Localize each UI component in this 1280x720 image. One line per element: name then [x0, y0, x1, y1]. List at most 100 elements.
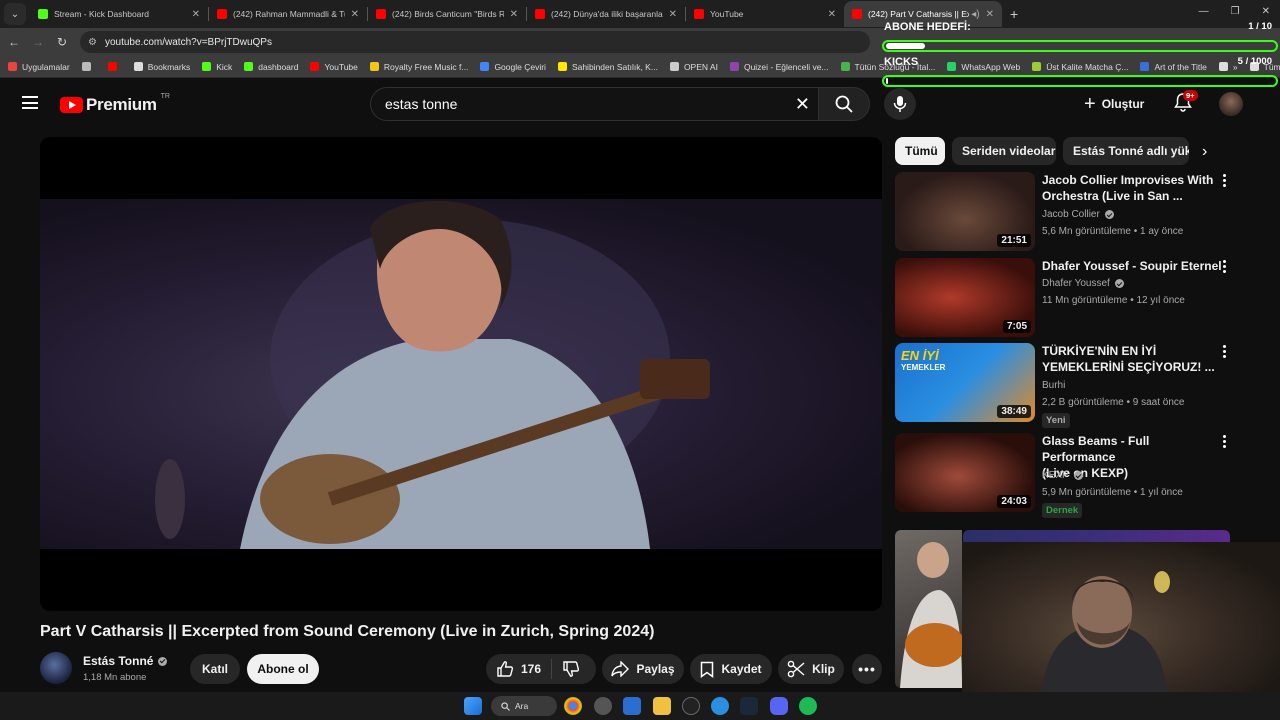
new-tab-button[interactable]: + — [1010, 6, 1018, 22]
subscribe-button[interactable]: Abone ol — [247, 654, 319, 684]
close-icon[interactable]: ✕ — [510, 9, 518, 20]
channel-name[interactable]: Estás Tonné — [83, 654, 168, 668]
bookmark-icon — [700, 661, 714, 678]
clip-button[interactable]: Klip — [778, 654, 844, 684]
chevron-right-icon[interactable]: › — [1202, 143, 1207, 161]
avatar[interactable] — [1219, 92, 1243, 116]
video-thumbnail[interactable]: 21:51 — [895, 172, 1035, 251]
bookmark-item[interactable]: Quizei - Eğlenceli ve... — [729, 62, 829, 72]
save-button[interactable]: Kaydet — [690, 654, 772, 684]
search-input[interactable]: estas tonne ✕ — [370, 87, 818, 121]
close-icon[interactable]: ✕ — [351, 9, 359, 20]
chrome-icon[interactable] — [564, 697, 582, 715]
youtube-logo[interactable]: Premium TR — [60, 93, 170, 115]
recommendation-item[interactable]: 21:51 Jacob Collier Improvises With Orch… — [895, 172, 1265, 252]
app-icon[interactable] — [711, 697, 729, 715]
like-button[interactable] — [496, 660, 514, 678]
url-input[interactable]: ⚙ youtube.com/watch?v=BPrjTDwuQPs — [80, 31, 870, 53]
more-vertical-icon[interactable] — [1219, 435, 1229, 448]
bookmark-item[interactable]: YouTube — [310, 62, 358, 72]
bookmark-item[interactable]: WhatsApp Web — [947, 62, 1020, 72]
close-icon[interactable]: ✕ — [986, 9, 994, 20]
more-actions-button[interactable]: ••• — [852, 654, 882, 684]
chip-series[interactable]: Seriden videolar — [952, 137, 1056, 165]
browser-tab[interactable]: (242) Rahman Mammadli & Tu ✕ — [209, 1, 367, 27]
bookmark-item[interactable] — [107, 62, 122, 71]
recommendation-item[interactable]: 7:05 Dhafer Youssef - Soupir Eternel Dha… — [895, 258, 1265, 338]
recommendation-item[interactable]: 24:03 Glass Beams - Full Performance (Li… — [895, 433, 1265, 521]
taskbar-search[interactable]: Ara — [491, 696, 557, 716]
close-window-icon[interactable]: ✕ — [1262, 6, 1270, 17]
close-icon[interactable]: ✕ — [192, 9, 200, 20]
steam-icon[interactable] — [740, 697, 758, 715]
clear-search-icon[interactable]: ✕ — [795, 94, 810, 115]
more-vertical-icon[interactable] — [1219, 345, 1229, 358]
bookmark-item[interactable]: Royalty Free Music f... — [369, 62, 468, 72]
video-thumbnail[interactable]: EN İYİ YEMEKLER 38:49 — [895, 343, 1035, 422]
bookmark-item[interactable]: Google Çeviri — [480, 62, 546, 72]
tab-title: YouTube — [710, 9, 744, 19]
recommendation-title[interactable]: Jacob Collier Improvises With Orchestra … — [1042, 172, 1224, 204]
menu-icon[interactable] — [22, 96, 38, 109]
bookmark-item[interactable]: Sahibinden Satılık, K... — [557, 62, 658, 72]
browser-tab[interactable]: (242) Dünya'da iliki başaranlar... ✕ — [527, 1, 685, 27]
title-line: TÜRKİYE'NİN EN İYİ — [1042, 344, 1157, 358]
video-thumbnail[interactable]: 7:05 — [895, 258, 1035, 337]
notifications-button[interactable]: 9+ — [1173, 90, 1198, 114]
minimize-icon[interactable]: — — [1199, 6, 1209, 17]
logo-word: Premium — [86, 95, 157, 114]
app-icon[interactable] — [594, 697, 612, 715]
bookmark-item[interactable]: Uygulamalar — [8, 62, 70, 72]
bookmark-item[interactable]: Bookmarks — [133, 62, 190, 72]
recommendation-title[interactable]: Dhafer Youssef - Soupir Eternel — [1042, 258, 1224, 274]
tab-title: Stream - Kick Dashboard — [54, 9, 149, 19]
bookmark-item[interactable] — [81, 62, 96, 71]
chip-uploads[interactable]: Estás Tonné adlı yükle — [1063, 137, 1189, 165]
reload-icon[interactable]: ↻ — [50, 35, 74, 49]
verified-icon — [1073, 471, 1083, 480]
store-icon[interactable] — [623, 697, 641, 715]
discord-icon[interactable] — [770, 697, 788, 715]
windows-start-icon[interactable] — [464, 697, 482, 715]
speaker-icon[interactable]: ◂) — [971, 9, 979, 20]
channel-avatar[interactable] — [40, 652, 72, 684]
forward-icon[interactable]: → — [26, 35, 50, 49]
bookmark-item[interactable]: OPEN AI — [669, 62, 718, 72]
browser-tab[interactable]: (242) Birds Canticum "Birds Req ✕ — [368, 1, 526, 27]
voice-search-button[interactable] — [884, 88, 916, 120]
browser-tab[interactable]: YouTube ✕ — [686, 1, 844, 27]
recommendation-item[interactable]: EN İYİ YEMEKLER 38:49 TÜRKİYE'NİN EN İYİ… — [895, 343, 1265, 431]
join-button[interactable]: Katıl — [190, 654, 240, 684]
bookmark-item[interactable]: Üst Kalite Matcha Ç... — [1032, 62, 1128, 72]
more-vertical-icon[interactable] — [1219, 174, 1229, 187]
recommendation-channel[interactable]: KEXP — [1042, 470, 1083, 481]
bookmark-item[interactable]: Art of the Title — [1140, 62, 1207, 72]
recommendation-channel[interactable]: Dhafer Youssef — [1042, 278, 1124, 289]
search-button[interactable] — [818, 87, 870, 121]
recommendation-channel[interactable]: Burhi — [1042, 380, 1065, 391]
folder-icon[interactable] — [653, 697, 671, 715]
browser-tab[interactable]: Stream - Kick Dashboard ✕ — [30, 1, 208, 27]
chip-all[interactable]: Tümü — [895, 137, 945, 165]
spotify-icon[interactable] — [799, 697, 817, 715]
close-icon[interactable]: ✕ — [669, 9, 677, 20]
dislike-button[interactable] — [562, 660, 580, 678]
site-info-icon[interactable]: ⚙ — [88, 37, 97, 48]
share-button[interactable]: Paylaş — [602, 654, 684, 684]
tab-search-button[interactable]: ⌄ — [4, 3, 26, 25]
video-thumbnail[interactable]: 24:03 — [895, 433, 1035, 512]
recommendation-channel[interactable]: Jacob Collier — [1042, 209, 1114, 220]
tab-title: (242) Rahman Mammadli & Tu — [233, 9, 345, 19]
create-button[interactable]: + Oluştur — [1084, 94, 1144, 114]
bookmark-item[interactable]: dashboard — [244, 62, 298, 72]
video-player[interactable] — [40, 137, 882, 611]
more-vertical-icon[interactable] — [1219, 260, 1229, 273]
close-icon[interactable]: ✕ — [828, 9, 836, 20]
recommendation-title[interactable]: TÜRKİYE'NİN EN İYİ YEMEKLERİNİ SEÇİYORUZ… — [1042, 343, 1224, 375]
taskbar-search-label: Ara — [515, 701, 529, 711]
bookmark-item[interactable]: Kick — [202, 62, 232, 72]
back-icon[interactable]: ← — [2, 35, 26, 49]
bookmark-item[interactable]: » — [1218, 62, 1238, 72]
obs-icon[interactable] — [682, 697, 700, 715]
restore-icon[interactable]: ❐ — [1231, 6, 1240, 17]
